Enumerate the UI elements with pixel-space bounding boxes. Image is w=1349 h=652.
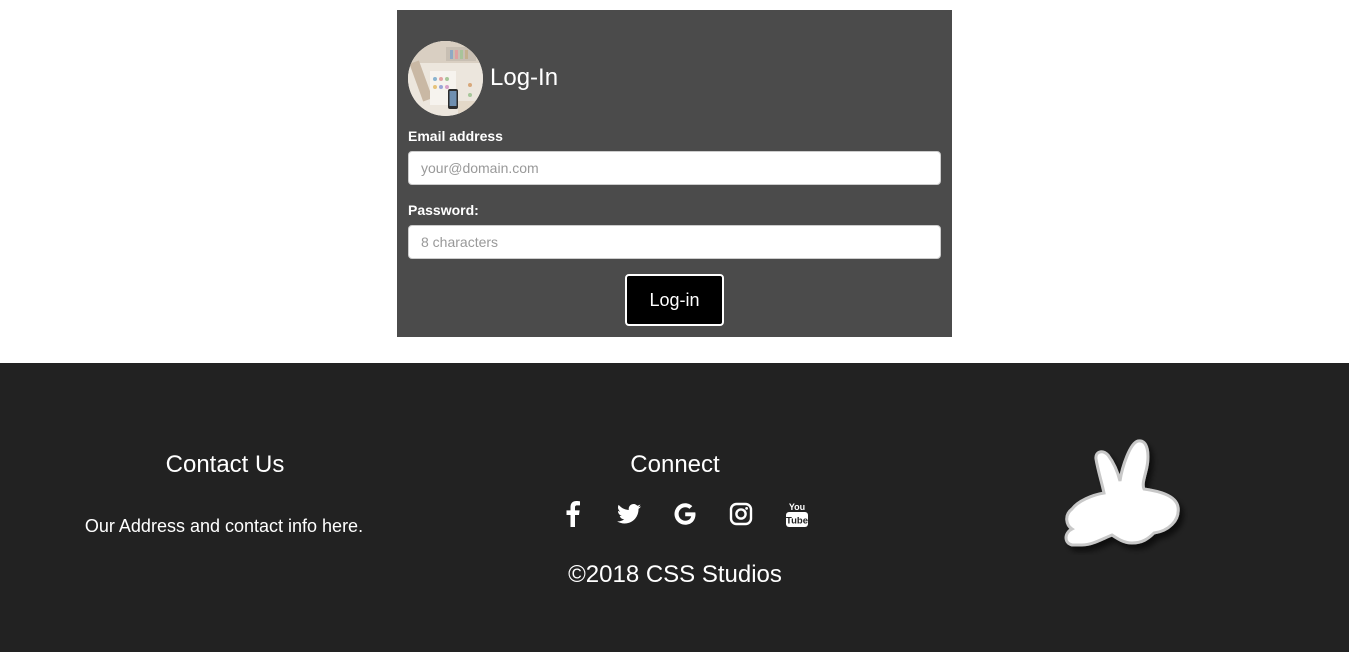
rabbit-logo xyxy=(1058,435,1188,555)
youtube-link[interactable]: You Tube xyxy=(769,499,825,529)
facebook-icon xyxy=(566,501,580,527)
login-card: Log-In Email address Password: Log-in xyxy=(397,10,952,337)
svg-text:Tube: Tube xyxy=(786,516,808,527)
avatar xyxy=(408,41,483,116)
password-input[interactable] xyxy=(408,225,941,259)
contact-heading: Contact Us xyxy=(165,451,285,478)
facebook-link[interactable] xyxy=(545,499,601,529)
instagram-link[interactable] xyxy=(713,499,769,529)
rabbit-logo-icon xyxy=(1064,439,1180,547)
contact-info: Our Address and contact info here. xyxy=(84,516,364,536)
login-header: Log-In xyxy=(408,41,558,116)
social-links: You Tube xyxy=(545,499,825,529)
login-button[interactable]: Log-in xyxy=(625,274,724,326)
password-label: Password: xyxy=(408,202,479,218)
copyright: ©2018 CSS Studios xyxy=(568,561,782,588)
google-icon xyxy=(674,503,696,525)
footer: Contact Us Our Address and contact info … xyxy=(0,363,1349,652)
email-label: Email address xyxy=(408,128,503,144)
photo-avatar-icon xyxy=(408,41,483,116)
svg-text:You: You xyxy=(789,502,805,512)
page: Log-In Email address Password: Log-in Co… xyxy=(0,0,1349,652)
twitter-icon xyxy=(617,504,641,524)
google-link[interactable] xyxy=(657,499,713,529)
email-input[interactable] xyxy=(408,151,941,185)
twitter-link[interactable] xyxy=(601,499,657,529)
youtube-icon: You Tube xyxy=(786,502,808,527)
connect-heading: Connect xyxy=(630,451,720,478)
login-title: Log-In xyxy=(490,63,559,91)
instagram-icon xyxy=(729,502,753,526)
